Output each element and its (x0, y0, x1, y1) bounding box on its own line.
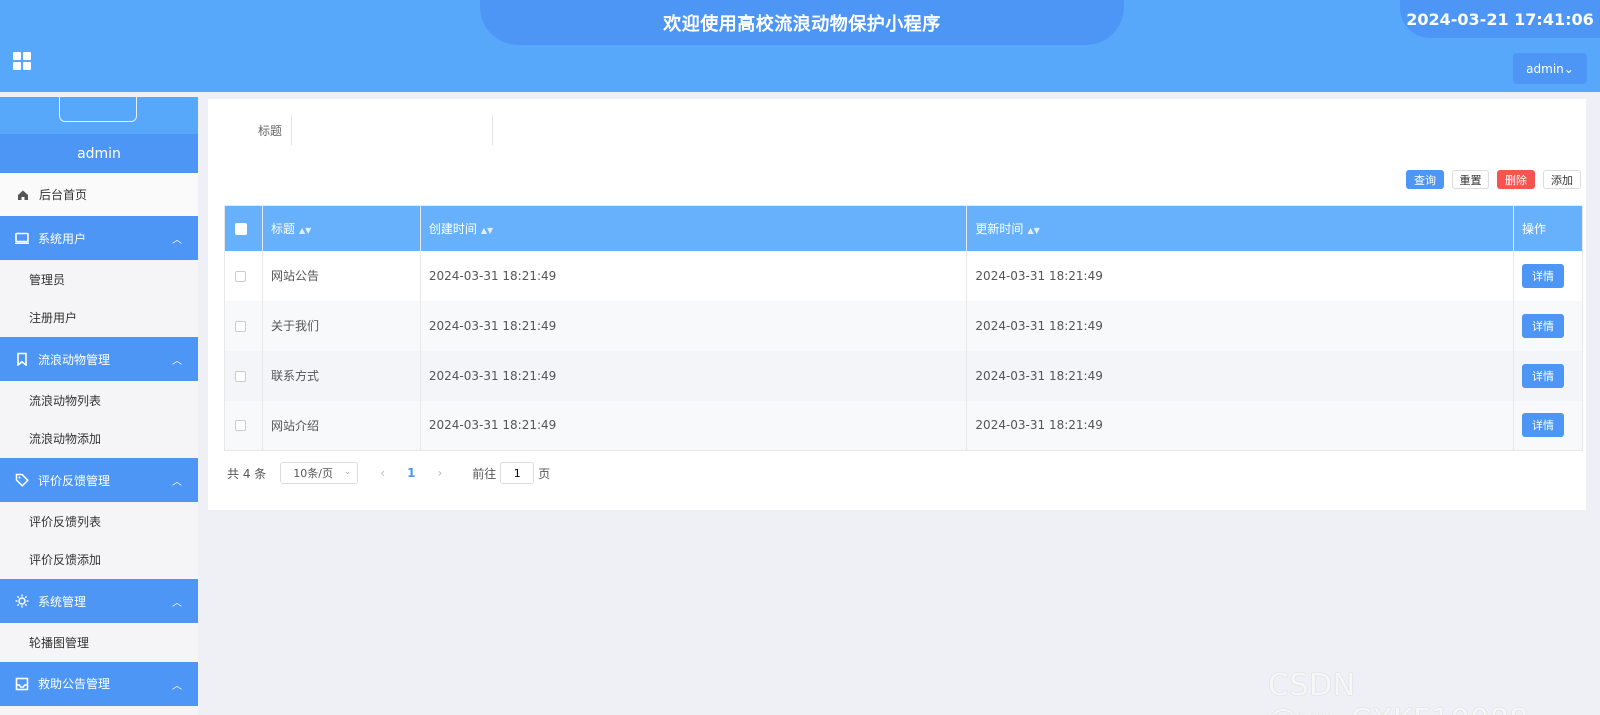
sidebar-item-feedback-add[interactable]: 评价反馈添加 (0, 540, 198, 579)
table-header-row: 标题 ▲▼ 创建时间 ▲▼ 更新时间 ▲▼ 操作 (224, 205, 1584, 251)
goto-page-input[interactable] (500, 462, 535, 484)
inbox-icon (15, 677, 29, 691)
sidebar-group-label: 救助公告管理 (38, 677, 111, 691)
column-header-actions: 操作 (1513, 205, 1584, 251)
search-input[interactable] (291, 115, 493, 145)
cell-created: 2024-03-31 18:21:49 (420, 250, 968, 301)
table-row: 联系方式 2024-03-31 18:21:49 2024-03-31 18:2… (224, 350, 1584, 401)
column-header-created[interactable]: 创建时间 ▲▼ (420, 205, 968, 251)
select-all-cell (224, 205, 263, 251)
sidebar: admin 后台首页 系统用户 ︿ 管理员 注册用户 流浪动物管理 ︿ 流浪动物… (0, 97, 198, 715)
data-table: 标题 ▲▼ 创建时间 ▲▼ 更新时间 ▲▼ 操作 网站公告 2024-03-31 18… (224, 205, 1584, 451)
chevron-up-icon: ︿ (172, 680, 182, 692)
chevron-up-icon: ︿ (172, 235, 182, 246)
table-row: 关于我们 2024-03-31 18:21:49 2024-03-31 18:2… (224, 300, 1584, 351)
cell-created: 2024-03-31 18:21:49 (420, 300, 968, 351)
tag-icon (15, 473, 29, 487)
next-page-button[interactable]: › (437, 466, 442, 480)
avatar (59, 97, 137, 122)
sidebar-item-label: 后台首页 (39, 188, 88, 202)
column-header-updated[interactable]: 更新时间 ▲▼ (966, 205, 1514, 251)
sidebar-username: admin (0, 134, 198, 173)
sidebar-group-label: 评价反馈管理 (38, 473, 111, 488)
table-row: 网站介绍 2024-03-31 18:21:49 2024-03-31 18:2… (224, 400, 1584, 451)
sidebar-group-label: 流浪动物管理 (38, 352, 111, 367)
page-size-select[interactable]: 10条/页 ⌄ (280, 462, 359, 484)
sidebar-group-system-users[interactable]: 系统用户 ︿ (0, 216, 198, 260)
cell-updated: 2024-03-31 18:21:49 (966, 250, 1514, 301)
menu-grid-icon[interactable] (13, 52, 31, 70)
table-row: 网站公告 2024-03-31 18:21:49 2024-03-31 18:2… (224, 250, 1584, 301)
app-title: 欢迎使用高校流浪动物保护小程序 (480, 0, 1124, 45)
sidebar-item-animal-add[interactable]: 流浪动物添加 (0, 419, 198, 458)
query-button[interactable]: 查询 (1406, 170, 1444, 189)
cell-title: 关于我们 (262, 300, 421, 351)
chevron-down-icon: ⌄ (343, 467, 352, 477)
sidebar-group-system[interactable]: 系统管理 ︿ (0, 579, 198, 623)
column-header-title[interactable]: 标题 ▲▼ (262, 205, 421, 251)
top-header: 欢迎使用高校流浪动物保护小程序 2024-03-21 17:41:06 admi… (0, 0, 1600, 92)
row-checkbox[interactable] (235, 270, 246, 282)
sidebar-group-label: 系统用户 (38, 231, 87, 246)
prev-page-button[interactable]: ‹ (380, 466, 385, 480)
sort-icon[interactable]: ▲▼ (481, 226, 493, 235)
chevron-up-icon: ︿ (172, 356, 182, 367)
row-checkbox[interactable] (235, 320, 246, 332)
sort-icon[interactable]: ▲▼ (1027, 226, 1039, 235)
chevron-up-icon: ︿ (172, 598, 182, 609)
select-all-checkbox[interactable] (235, 222, 247, 235)
cell-title: 网站公告 (262, 250, 421, 301)
user-dropdown-button[interactable]: admin⌄ (1513, 53, 1587, 84)
content-panel: 标题 查询 重置 删除 添加 标题 ▲▼ 创建时间 ▲▼ 更新时间 ▲▼ 操作 网站公… (208, 99, 1586, 510)
cell-created: 2024-03-31 18:21:49 (420, 350, 968, 401)
watermark: CSDN @vx_CXKF10088 (1268, 668, 1528, 715)
row-checkbox[interactable] (235, 370, 246, 382)
sidebar-top (0, 97, 198, 134)
cell-created: 2024-03-31 18:21:49 (420, 400, 968, 451)
sidebar-item-admin[interactable]: 管理员 (0, 260, 198, 299)
sidebar-item-home[interactable]: 后台首页 (0, 173, 198, 216)
sidebar-item-registered-users[interactable]: 注册用户 (0, 298, 198, 337)
goto-label: 前往 (472, 466, 497, 481)
current-datetime: 2024-03-21 17:41:06 (1400, 0, 1600, 38)
sidebar-group-feedback[interactable]: 评价反馈管理 ︿ (0, 458, 198, 502)
sun-icon (15, 594, 29, 608)
cell-updated: 2024-03-31 18:21:49 (966, 400, 1514, 451)
sidebar-group-label: 系统管理 (38, 594, 87, 609)
goto-suffix: 页 (538, 466, 551, 481)
detail-button[interactable]: 详情 (1521, 313, 1564, 338)
cell-updated: 2024-03-31 18:21:49 (966, 300, 1514, 351)
pagination: 共 4 条 10条/页 ⌄ ‹ 1 › 前往 页 (227, 462, 550, 484)
sidebar-group-stray-animals[interactable]: 流浪动物管理 ︿ (0, 337, 198, 381)
cell-title: 联系方式 (262, 350, 421, 401)
sidebar-item-animal-list[interactable]: 流浪动物列表 (0, 381, 198, 420)
row-checkbox[interactable] (235, 420, 246, 432)
detail-button[interactable]: 详情 (1521, 363, 1564, 388)
delete-button[interactable]: 删除 (1497, 170, 1535, 189)
home-icon (16, 188, 30, 202)
laptop-icon (15, 231, 29, 245)
detail-button[interactable]: 详情 (1521, 413, 1564, 438)
page-number-current[interactable]: 1 (407, 466, 415, 480)
sidebar-item-feedback-list[interactable]: 评价反馈列表 (0, 502, 198, 541)
sidebar-group-rescue-notice[interactable]: 救助公告管理 ︿ (0, 661, 198, 706)
bookmark-icon (15, 352, 29, 366)
search-label: 标题 (258, 124, 283, 138)
detail-button[interactable]: 详情 (1521, 263, 1564, 288)
chevron-up-icon: ︿ (172, 477, 182, 488)
cell-title: 网站介绍 (262, 400, 421, 451)
add-button[interactable]: 添加 (1543, 170, 1581, 189)
cell-updated: 2024-03-31 18:21:49 (966, 350, 1514, 401)
sort-icon[interactable]: ▲▼ (299, 226, 311, 235)
reset-button[interactable]: 重置 (1452, 170, 1489, 189)
pagination-total: 共 4 条 (227, 466, 267, 481)
sidebar-item-carousel[interactable]: 轮播图管理 (0, 623, 198, 662)
